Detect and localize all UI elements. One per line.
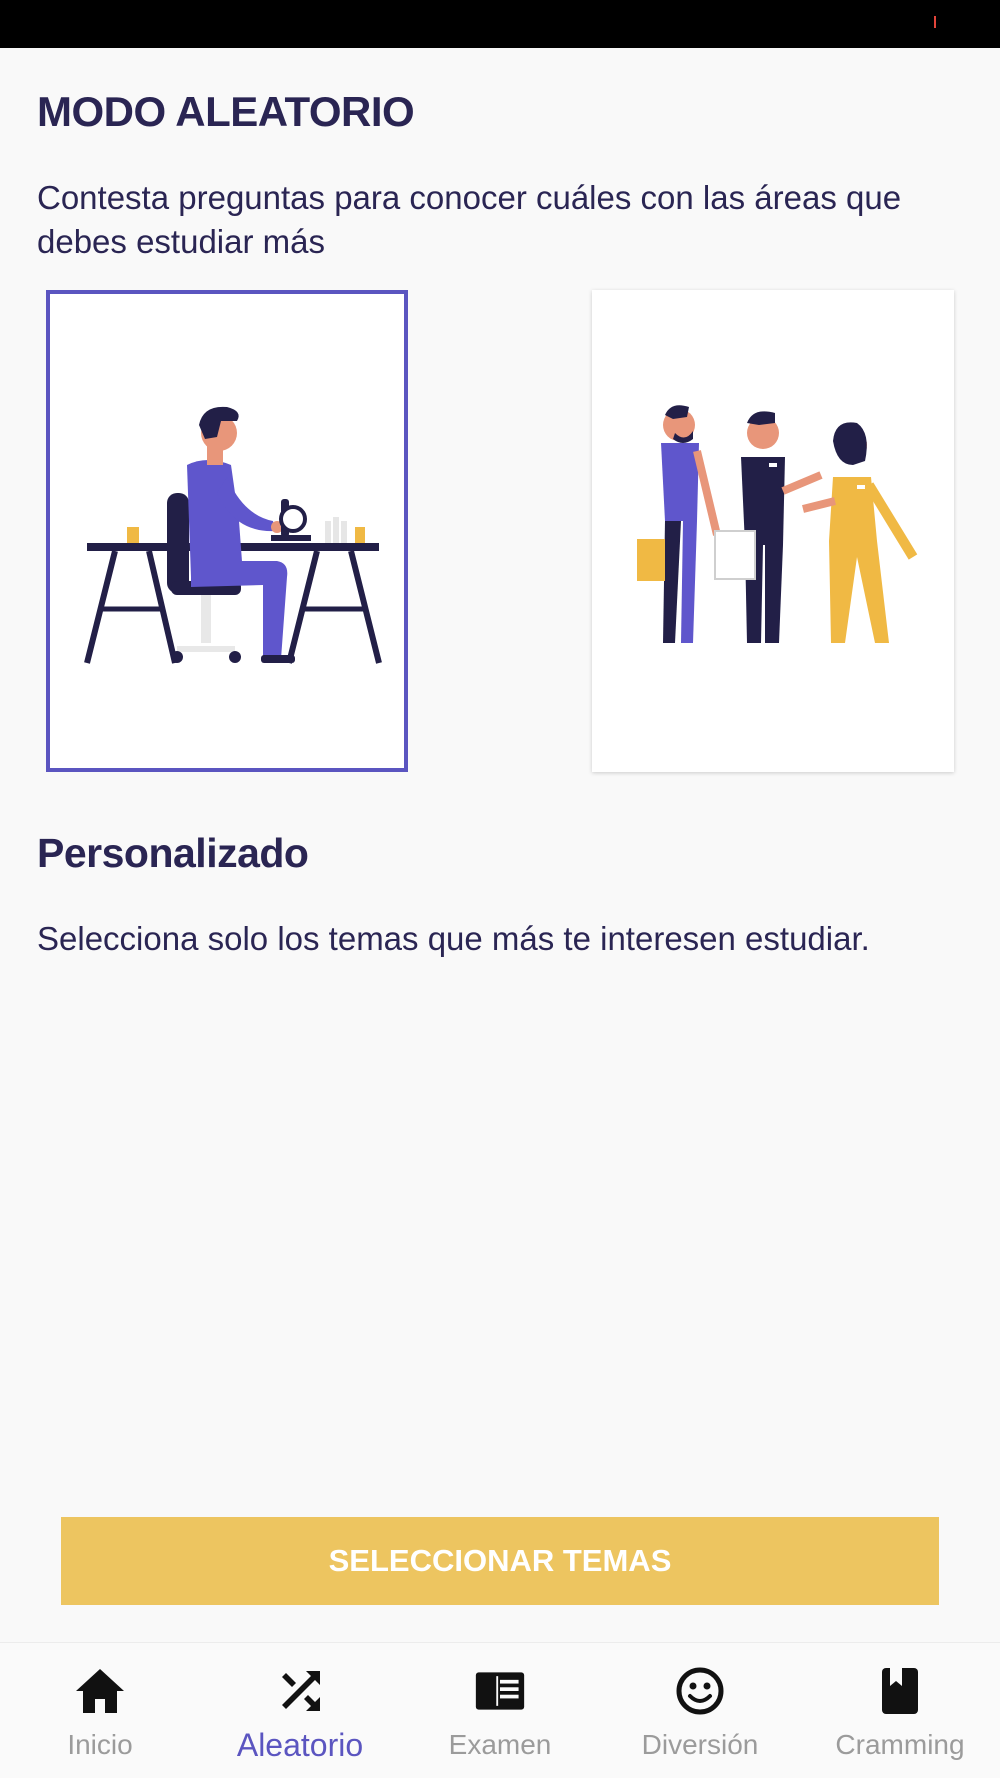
exam-icon <box>474 1665 526 1717</box>
nav-label: Aleatorio <box>236 1727 364 1763</box>
bottom-nav: Inicio Aleatorio Examen Diversión Crammi… <box>0 1642 1000 1778</box>
custom-mode-card[interactable] <box>592 290 954 772</box>
page-subtitle: Contesta preguntas para conocer cuáles c… <box>37 179 902 260</box>
book-icon <box>874 1665 926 1717</box>
nav-item-examen[interactable]: Examen <box>400 1643 600 1778</box>
select-topics-button[interactable]: SELECCIONAR TEMAS <box>61 1517 939 1605</box>
medical-team-illustration <box>637 405 918 643</box>
status-bar <box>0 0 1000 48</box>
status-indicator <box>934 16 936 28</box>
nav-label: Diversión <box>641 1729 759 1760</box>
nav-label: Examen <box>448 1729 552 1760</box>
nav-label: Inicio <box>67 1729 133 1760</box>
section-description: Selecciona solo los temas que más te int… <box>37 920 870 957</box>
nav-label: Cramming <box>835 1729 965 1760</box>
nav-item-cramming[interactable]: Cramming <box>800 1643 1000 1778</box>
nav-item-inicio[interactable]: Inicio <box>0 1643 200 1778</box>
smiley-icon <box>674 1665 726 1717</box>
random-mode-card[interactable] <box>46 290 408 772</box>
nav-item-aleatorio[interactable]: Aleatorio <box>200 1643 400 1778</box>
shuffle-icon <box>274 1665 326 1717</box>
home-icon <box>74 1665 126 1717</box>
scientist-at-desk-illustration <box>84 406 382 664</box>
nav-item-diversion[interactable]: Diversión <box>600 1643 800 1778</box>
page-title: MODO ALEATORIO <box>37 88 415 135</box>
section-title: Personalizado <box>37 830 309 876</box>
